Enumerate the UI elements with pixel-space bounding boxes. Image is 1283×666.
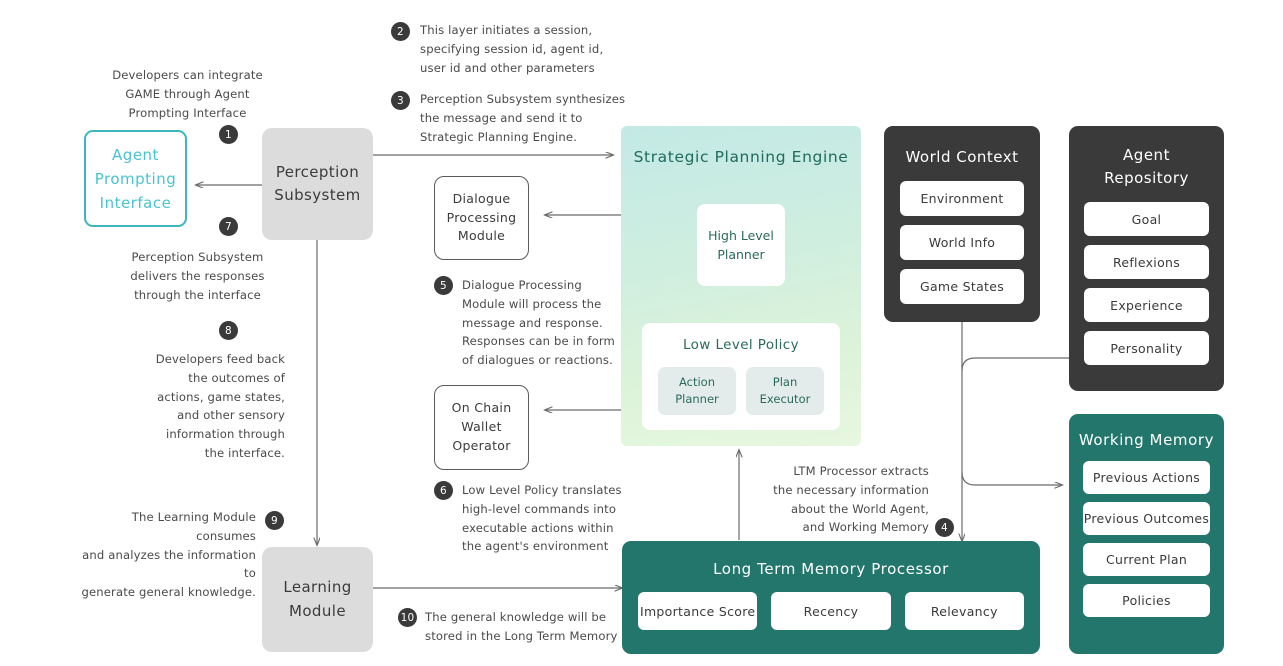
wire-repo-to-spine: [961, 357, 1069, 372]
agent-prompting-interface-label: Agent Prompting Interface: [94, 145, 177, 212]
action-planner-label: Action Planner: [675, 375, 719, 406]
wire-spine-to-workingmemory: [961, 471, 1062, 485]
world-context-item-game-states[interactable]: Game States: [900, 268, 1024, 304]
panel-working-memory: Working Memory Previous Actions Previous…: [1069, 414, 1224, 654]
annotation-10: The general knowledge will be stored in …: [425, 610, 618, 643]
agent-repository-item-personality[interactable]: Personality: [1084, 331, 1209, 365]
node-action-planner[interactable]: Action Planner: [658, 367, 736, 415]
node-perception-subsystem[interactable]: Perception Subsystem: [262, 128, 373, 240]
dialogue-processing-module-label: Dialogue Processing Module: [446, 190, 517, 244]
bullet-9: 9: [265, 511, 284, 530]
agent-repository-item-goal[interactable]: Goal: [1084, 202, 1209, 236]
ltm-item-relevancy[interactable]: Relevancy: [904, 592, 1024, 630]
world-context-item-world-info[interactable]: World Info: [900, 224, 1024, 260]
annotation-6: Low Level Policy translates high-level c…: [462, 483, 622, 554]
bullet-4: 4: [935, 518, 954, 537]
annotation-5: Dialogue Processing Module will process …: [462, 278, 615, 368]
working-memory-item-previous-actions[interactable]: Previous Actions: [1083, 461, 1210, 494]
annotation-intro: Developers can integrate GAME through Ag…: [112, 68, 263, 120]
bullet-3: 3: [391, 91, 410, 110]
node-learning-module[interactable]: Learning Module: [262, 547, 373, 652]
annotation-8: Developers feed back the outcomes of act…: [155, 352, 285, 460]
panel-strategic-planning-engine: Strategic Planning Engine High Level Pla…: [621, 126, 861, 446]
panel-long-term-memory-processor: Long Term Memory Processor Importance Sc…: [622, 541, 1040, 654]
bullet-10: 10: [398, 608, 417, 627]
on-chain-wallet-operator-label: On Chain Wallet Operator: [451, 400, 512, 453]
world-context-title: World Context: [905, 148, 1019, 166]
annotation-7: Perception Subsystem delivers the respon…: [130, 250, 265, 302]
long-term-memory-title: Long Term Memory Processor: [713, 560, 949, 578]
node-low-level-policy[interactable]: Low Level Policy Action Planner Plan Exe…: [642, 323, 840, 430]
bullet-6: 6: [434, 481, 453, 500]
annotation-2: This layer initiates a session, specifyi…: [420, 23, 604, 75]
node-plan-executor[interactable]: Plan Executor: [746, 367, 824, 415]
bullet-7: 7: [219, 217, 238, 236]
working-memory-item-previous-outcomes[interactable]: Previous Outcomes: [1083, 502, 1210, 535]
perception-subsystem-label: Perception Subsystem: [274, 162, 361, 204]
learning-module-label: Learning Module: [283, 578, 352, 620]
high-level-planner-label: High Level Planner: [708, 227, 774, 262]
panel-world-context: World Context Environment World Info Gam…: [884, 126, 1040, 322]
plan-executor-label: Plan Executor: [759, 375, 811, 406]
bullet-2: 2: [391, 22, 410, 41]
node-high-level-planner[interactable]: High Level Planner: [697, 204, 785, 286]
agent-repository-item-experience[interactable]: Experience: [1084, 288, 1209, 322]
strategic-planning-engine-title: Strategic Planning Engine: [633, 148, 849, 166]
diagram-canvas: Developers can integrate GAME through Ag…: [0, 0, 1283, 666]
ltm-item-recency[interactable]: Recency: [771, 592, 891, 630]
working-memory-item-current-plan[interactable]: Current Plan: [1083, 543, 1210, 576]
bullet-1: 1: [219, 125, 238, 144]
panel-agent-repository: Agent Repository Goal Reflexions Experie…: [1069, 126, 1224, 391]
node-on-chain-wallet-operator[interactable]: On Chain Wallet Operator: [434, 385, 529, 470]
working-memory-item-policies[interactable]: Policies: [1083, 584, 1210, 617]
bullet-8: 8: [219, 321, 238, 340]
annotation-9: The Learning Module consumes and analyze…: [81, 510, 256, 600]
agent-repository-item-reflexions[interactable]: Reflexions: [1084, 245, 1209, 279]
working-memory-title: Working Memory: [1078, 431, 1215, 449]
ltm-item-importance-score[interactable]: Importance Score: [638, 592, 758, 630]
world-context-item-environment[interactable]: Environment: [900, 180, 1024, 216]
node-agent-prompting-interface[interactable]: Agent Prompting Interface: [84, 130, 187, 227]
annotation-3: Perception Subsystem synthesizes the mes…: [420, 92, 626, 144]
agent-repository-title: Agent Repository: [1104, 146, 1189, 187]
bullet-5: 5: [434, 276, 453, 295]
node-dialogue-processing-module[interactable]: Dialogue Processing Module: [434, 176, 529, 260]
low-level-policy-title: Low Level Policy: [682, 337, 800, 353]
annotation-4: LTM Processor extracts the necessary inf…: [773, 464, 929, 535]
